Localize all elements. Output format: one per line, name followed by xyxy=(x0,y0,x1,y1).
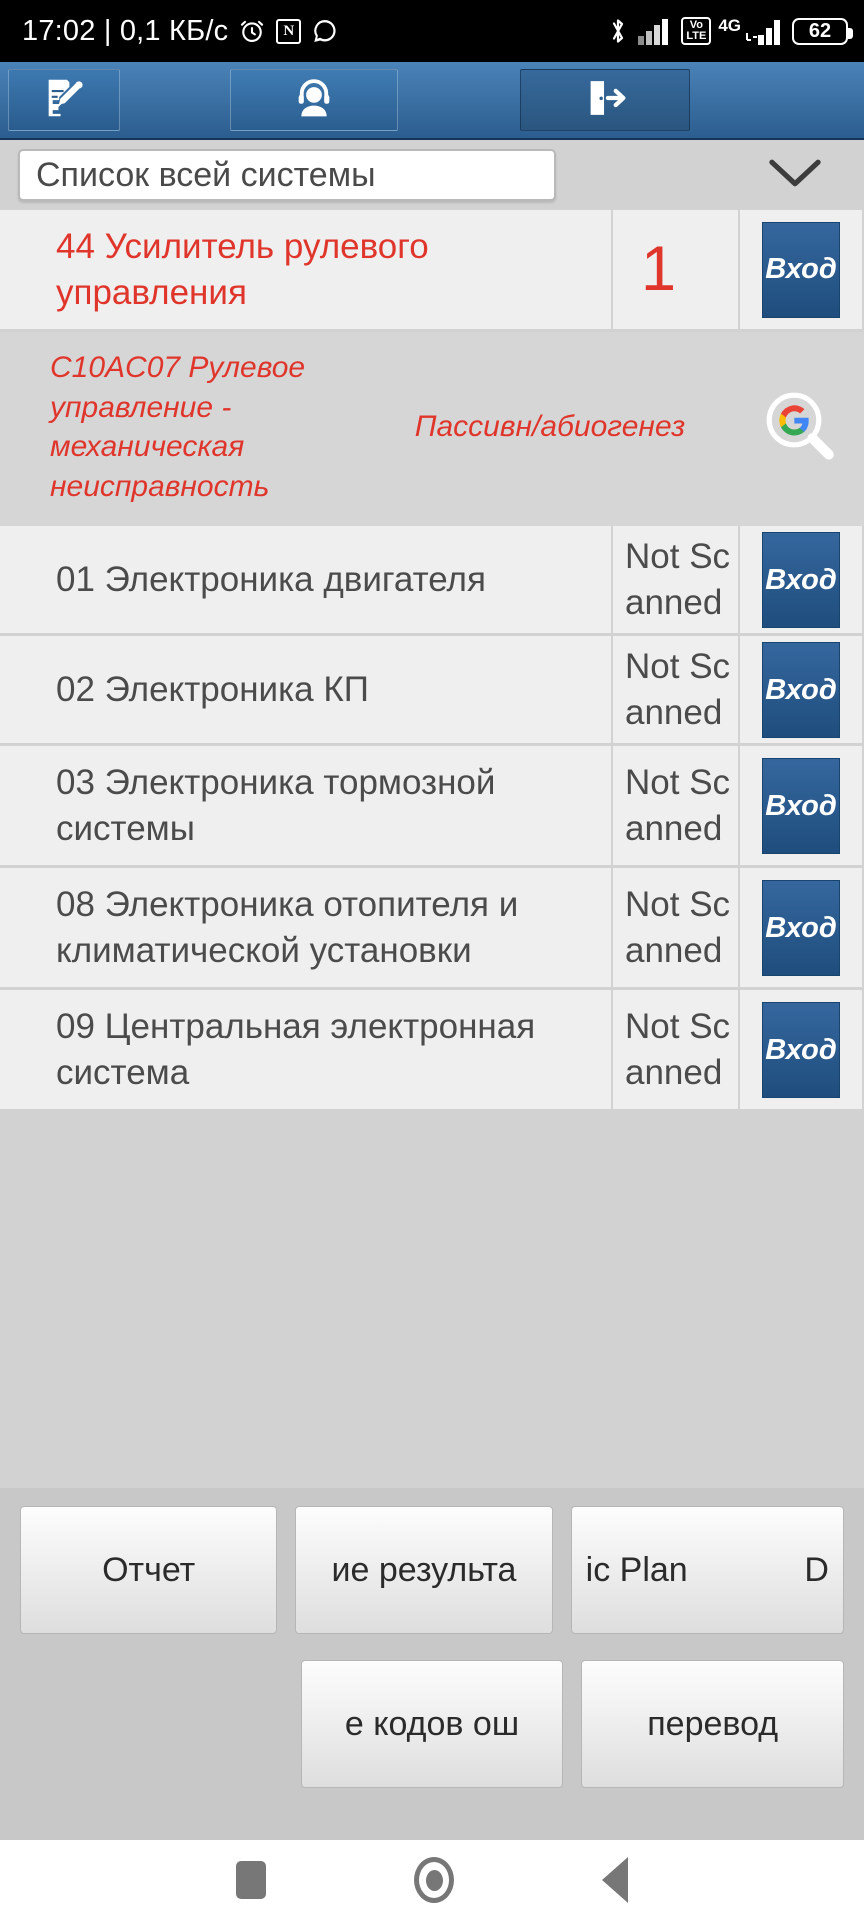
enter-button[interactable]: Вход xyxy=(762,879,840,976)
table-row[interactable]: 03 Электроника тормозной системы Not Sca… xyxy=(0,746,864,869)
dtc-code-text: C10AC07 Рулевое управление - механическа… xyxy=(50,351,306,503)
system-name: 44 Усилитель рулевого управления xyxy=(56,227,429,312)
system-status-cell: Not Scanned xyxy=(613,526,740,634)
bluetooth-icon xyxy=(605,16,631,46)
signal-icon xyxy=(638,17,674,45)
exit-button[interactable] xyxy=(520,69,690,131)
system-status: 1 xyxy=(641,233,677,304)
android-nav-bar xyxy=(0,1840,864,1920)
network-type-label: 4G xyxy=(718,16,741,35)
home-circle-icon[interactable] xyxy=(414,1857,454,1903)
document-edit-icon xyxy=(41,75,87,126)
system-name: 09 Центральная электронная система xyxy=(56,1007,536,1092)
translate-button[interactable]: перевод xyxy=(581,1660,845,1788)
report-edit-button[interactable] xyxy=(8,69,120,131)
enter-button[interactable]: Вход xyxy=(762,1001,840,1098)
volte-icon: Vo LTE xyxy=(681,17,712,45)
bottom-button-panel: Отчет ие результа ic Plan D е кодов ош п… xyxy=(0,1488,864,1840)
system-name-cell[interactable]: 01 Электроника двигателя xyxy=(0,526,613,634)
spinner-selected-value: Список всей системы xyxy=(36,155,376,194)
exit-door-icon xyxy=(582,75,628,126)
system-status: Not Scanned xyxy=(625,647,731,732)
report-button[interactable]: Отчет xyxy=(20,1506,278,1634)
chevron-down-icon[interactable] xyxy=(764,153,826,198)
system-status: Not Scanned xyxy=(625,1007,731,1092)
system-name-cell[interactable]: 03 Электроника тормозной системы xyxy=(0,746,613,866)
signal-icon-2 xyxy=(745,17,785,45)
system-name: 02 Электроника КП xyxy=(56,670,369,710)
system-enter-cell: Вход xyxy=(740,526,862,634)
status-bar: 17:02 | 0,1 КБ/с N Vo LTE 4G 62 xyxy=(0,0,864,62)
system-name-cell[interactable]: 44 Усилитель рулевого управления xyxy=(0,210,613,329)
system-name-cell[interactable]: 08 Электроника отопителя и климатической… xyxy=(0,868,613,988)
recents-square-icon[interactable] xyxy=(236,1861,266,1899)
enter-button[interactable]: Вход xyxy=(762,221,840,318)
system-name-cell[interactable]: 02 Электроника КП xyxy=(0,636,613,744)
whatsapp-icon xyxy=(311,17,339,45)
diagnostic-plan-label: ic Plan xyxy=(585,1550,688,1589)
table-row[interactable]: 09 Центральная электронная система Not S… xyxy=(0,990,864,1113)
system-status-cell: Not Scanned xyxy=(613,746,740,866)
system-list-spinner[interactable]: Список всей системы xyxy=(18,149,556,201)
alarm-clock-icon xyxy=(238,17,266,45)
status-bar-right: Vo LTE 4G 62 xyxy=(605,16,853,46)
table-row[interactable]: 02 Электроника КП Not Scanned Вход xyxy=(0,636,864,747)
status-bar-left: 17:02 | 0,1 КБ/с N xyxy=(22,15,339,48)
system-status: Not Scanned xyxy=(625,885,731,970)
system-status: Not Scanned xyxy=(625,537,731,622)
nfc-icon: N xyxy=(276,18,302,44)
system-status-cell: Not Scanned xyxy=(613,990,740,1110)
system-list-spinner-row: Список всей системы xyxy=(0,140,864,210)
system-name: 01 Электроника двигателя xyxy=(56,560,486,600)
battery-icon: 62 xyxy=(792,17,853,45)
system-status: Not Scanned xyxy=(625,763,731,848)
save-results-button[interactable]: ие результа xyxy=(295,1506,553,1634)
back-triangle-icon[interactable] xyxy=(602,1857,628,1903)
bottom-button-row-1: Отчет ие результа ic Plan D xyxy=(20,1506,844,1634)
phone-screen: 17:02 | 0,1 КБ/с N Vo LTE 4G 62 Список в… xyxy=(0,0,864,1920)
enter-button[interactable]: Вход xyxy=(762,757,840,854)
diagnostic-plan-button[interactable]: ic Plan D xyxy=(570,1506,844,1634)
table-row[interactable]: 01 Электроника двигателя Not Scanned Вхо… xyxy=(0,526,864,637)
system-enter-cell: Вход xyxy=(740,990,862,1110)
enter-button[interactable]: Вход xyxy=(762,641,840,738)
system-enter-cell: Вход xyxy=(740,746,862,866)
table-row[interactable]: 44 Усилитель рулевого управления 1 Вход xyxy=(0,210,864,332)
google-search-icon[interactable] xyxy=(754,385,846,469)
bottom-button-row-2: е кодов ош перевод xyxy=(20,1660,845,1788)
systems-table[interactable]: 44 Усилитель рулевого управления 1 Вход … xyxy=(0,210,864,1488)
system-name: 03 Электроника тормозной системы xyxy=(56,763,496,848)
system-enter-cell: Вход xyxy=(740,210,862,329)
enter-button[interactable]: Вход xyxy=(762,531,840,628)
system-status-cell: 1 xyxy=(613,210,740,329)
diagnostic-plan-label-end: D xyxy=(804,1550,829,1589)
support-button[interactable] xyxy=(230,69,398,131)
app-toolbar xyxy=(0,62,864,140)
system-enter-cell: Вход xyxy=(740,636,862,744)
dtc-detail-row[interactable]: C10AC07 Рулевое управление - механическа… xyxy=(0,332,864,527)
system-status-cell: Not Scanned xyxy=(613,868,740,988)
status-clock: 17:02 | 0,1 КБ/с xyxy=(22,14,229,47)
system-name-cell[interactable]: 09 Центральная электронная система xyxy=(0,990,613,1110)
system-status-cell: Not Scanned xyxy=(613,636,740,744)
dtc-state-text: Пассивн/абиогенез xyxy=(414,410,686,444)
headset-person-icon xyxy=(291,75,337,126)
system-name: 08 Электроника отопителя и климатической… xyxy=(56,885,519,970)
clear-fault-codes-button[interactable]: е кодов ош xyxy=(300,1660,564,1788)
system-enter-cell: Вход xyxy=(740,868,862,988)
table-row[interactable]: 08 Электроника отопителя и климатической… xyxy=(0,868,864,991)
